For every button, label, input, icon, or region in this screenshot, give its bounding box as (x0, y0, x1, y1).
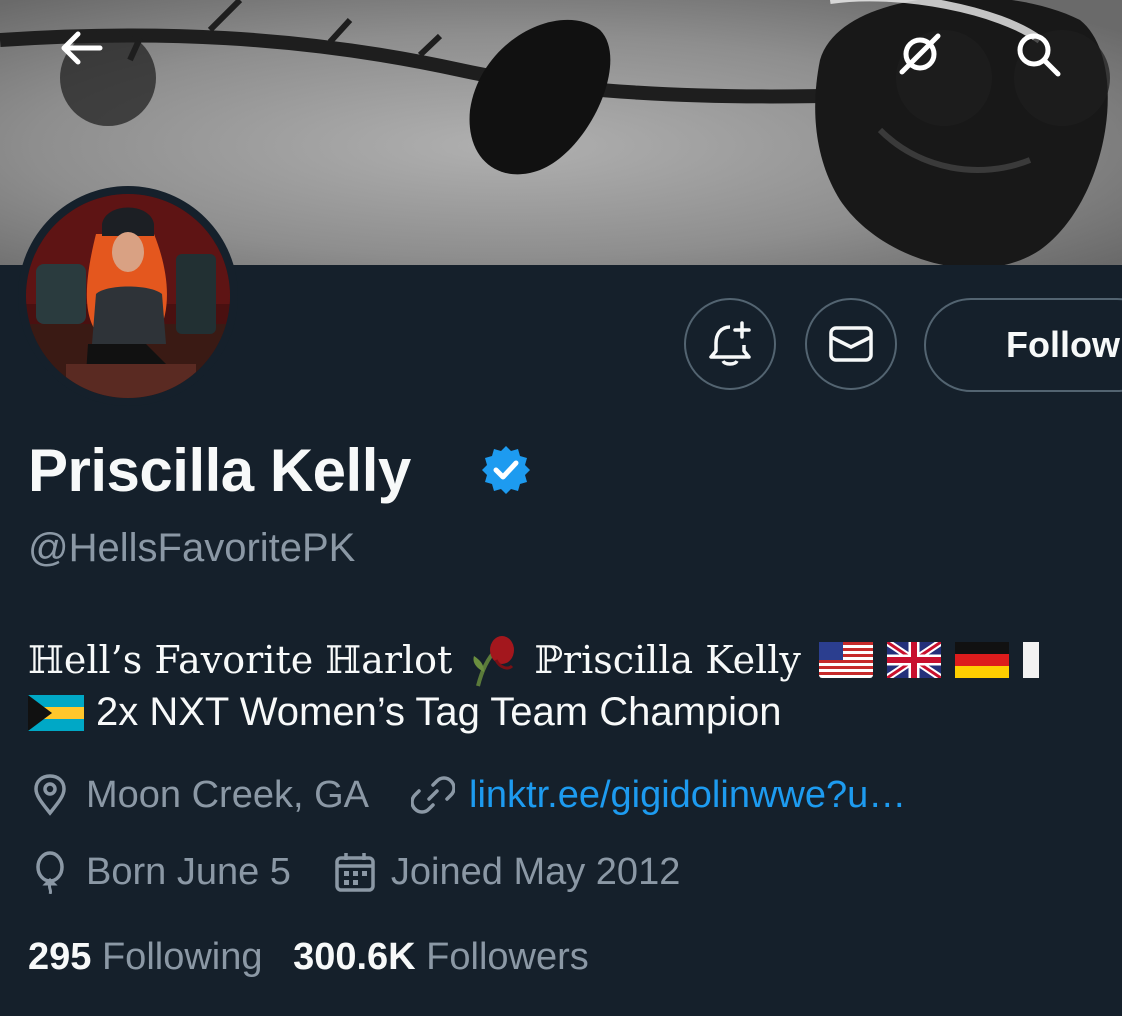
avatar-image (26, 194, 230, 398)
partial-flag (1022, 642, 1039, 678)
following-link[interactable]: 295 Following (28, 936, 273, 978)
wilted-rose-emoji (473, 636, 515, 687)
website-link[interactable]: linktr.ee/gigidolinwwe?u… (469, 774, 906, 817)
search-button[interactable] (1014, 30, 1110, 126)
bio-text-1: ℍell’s Favorite ℍarlot (28, 638, 453, 682)
calendar-icon (335, 853, 375, 892)
location-text: Moon Creek, GA (86, 773, 369, 816)
location-item: Moon Creek, GA (28, 773, 369, 817)
link-icon (411, 776, 455, 814)
followers-count: 300.6K (293, 936, 416, 978)
germany-flag (954, 642, 1009, 678)
followers-label: Followers (426, 936, 589, 978)
followers-link[interactable]: 300.6K Followers (293, 936, 589, 978)
profile-meta-row-1: Moon Creek, GA linktr.ee/gigidolinwwe?u… (28, 771, 906, 819)
location-pin-icon (34, 774, 66, 816)
profile-page: Follow Priscilla Kelly @HellsFavoritePK … (0, 0, 1122, 1016)
grok-button[interactable] (896, 30, 992, 126)
follow-stats: 295 Following 300.6K Followers (28, 936, 589, 979)
search-icon (1017, 33, 1061, 77)
birthday-text: Born June 5 (86, 850, 291, 893)
grok-icon (899, 33, 941, 75)
following-label: Following (101, 936, 263, 978)
following-count: 295 (28, 936, 92, 978)
profile-meta-row-2: Born June 5 Joined May 2012 (28, 848, 680, 896)
bell-plus-icon (709, 321, 751, 366)
verified-badge-icon (482, 446, 530, 494)
balloon-icon (36, 851, 64, 894)
joined-text: Joined May 2012 (390, 850, 681, 893)
notifications-button[interactable] (684, 298, 776, 390)
bio-text-name: ℙriscilla Kelly (534, 638, 801, 682)
envelope-icon (829, 326, 873, 362)
birthday-item: Born June 5 (28, 850, 291, 894)
verified-badge[interactable] (480, 444, 532, 501)
profile-handle: @HellsFavoritePK (28, 526, 356, 570)
display-name: Priscilla Kelly (28, 437, 411, 504)
bio-line-2: 2x NXT Women’s Tag Team Champion (28, 690, 782, 735)
message-button[interactable] (805, 298, 897, 390)
us-flag (818, 642, 873, 678)
back-button[interactable] (60, 30, 156, 126)
avatar[interactable] (18, 186, 238, 406)
bio-text-2: 2x NXT Women’s Tag Team Champion (96, 690, 782, 734)
website-item[interactable]: linktr.ee/gigidolinwwe?u… (411, 773, 906, 817)
joined-item: Joined May 2012 (333, 850, 680, 894)
follow-button[interactable]: Follow (924, 298, 1122, 392)
bahamas-flag (28, 694, 84, 731)
back-arrow-icon (61, 31, 103, 65)
uk-flag (886, 642, 941, 678)
bio-line-1: ℍell’s Favorite ℍarlot ℙriscilla Kelly (28, 632, 1053, 688)
